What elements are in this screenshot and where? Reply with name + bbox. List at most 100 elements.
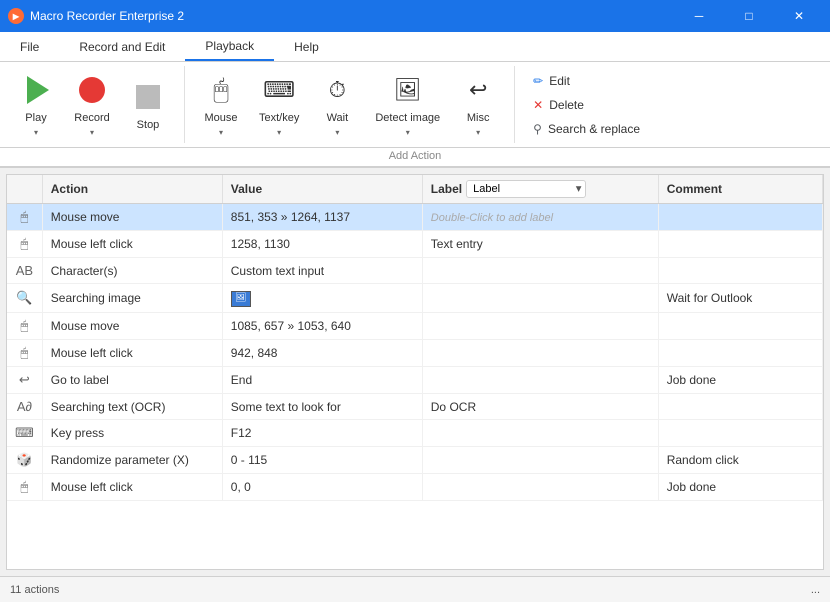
- edit-button[interactable]: ✏ Edit: [527, 72, 818, 90]
- table-row[interactable]: 🖱 Mouse move851, 353 » 1264, 1137Double-C…: [7, 204, 823, 231]
- add-action-label: Add Action: [0, 148, 830, 167]
- detect-image-icon: 🖼: [390, 72, 426, 108]
- textkey-button[interactable]: ⌨ Text/key ▾: [249, 66, 309, 143]
- wait-button[interactable]: ⏱ Wait ▾: [309, 66, 365, 143]
- play-label: Play: [25, 112, 46, 124]
- row-comment: Wait for Outlook: [658, 284, 822, 313]
- row-value-img: 🖼: [231, 291, 251, 307]
- table-row[interactable]: 🎲Randomize parameter (X)0 - 115Random cl…: [7, 447, 823, 474]
- table-row[interactable]: 🖱Mouse left click0, 0 Job done: [7, 474, 823, 501]
- misc-button[interactable]: ↩ Misc ▾: [450, 66, 506, 143]
- table-row[interactable]: 🖱Mouse move1085, 657 » 1053, 640: [7, 313, 823, 340]
- maximize-button[interactable]: □: [726, 0, 772, 32]
- row-value: 0 - 115: [222, 447, 422, 474]
- row-comment: [658, 258, 822, 284]
- play-button[interactable]: Play ▾: [8, 66, 64, 143]
- mouse-button[interactable]: 🖱 Mouse ▾: [193, 66, 249, 143]
- row-icon: AB: [16, 263, 33, 278]
- row-action: Key press: [42, 420, 222, 447]
- row-value: End: [222, 367, 422, 394]
- toolbar-right: ✏ Edit ✕ Delete ⚲ Search & replace: [515, 66, 830, 143]
- search-replace-button[interactable]: ⚲ Search & replace: [527, 120, 818, 138]
- row-icon: 🖱: [20, 209, 28, 224]
- menu-playback[interactable]: Playback: [185, 32, 274, 61]
- status-dots: ...: [811, 584, 820, 596]
- row-icon-cell: 🖱: [7, 474, 42, 501]
- row-comment: [658, 313, 822, 340]
- table-row[interactable]: A∂Searching text (OCR)Some text to look …: [7, 394, 823, 420]
- row-action: Mouse left click: [42, 231, 222, 258]
- row-comment: Job done: [658, 474, 822, 501]
- table-row[interactable]: ABCharacter(s)Custom text input: [7, 258, 823, 284]
- row-value: 851, 353 » 1264, 1137: [222, 204, 422, 231]
- textkey-icon: ⌨: [261, 72, 297, 108]
- row-icon-cell: 🖱: [7, 313, 42, 340]
- record-button[interactable]: Record ▾: [64, 66, 120, 143]
- stop-button[interactable]: Stop: [120, 73, 176, 137]
- wait-label: Wait: [327, 112, 349, 124]
- status-bar: 11 actions ...: [0, 576, 830, 602]
- row-comment: [658, 231, 822, 258]
- detect-image-button[interactable]: 🖼 Detect image ▾: [365, 66, 450, 143]
- mouse-label: Mouse: [204, 112, 237, 124]
- row-label: Text entry: [422, 231, 658, 258]
- col-action: Action: [42, 175, 222, 204]
- row-icon-cell: 🖱: [7, 204, 42, 231]
- row-comment: Job done: [658, 367, 822, 394]
- menu-file[interactable]: File: [0, 32, 59, 61]
- table-row[interactable]: 🖱Mouse left click1258, 1130Text entry: [7, 231, 823, 258]
- row-value: 🖼: [222, 284, 422, 313]
- row-label: Do OCR: [422, 394, 658, 420]
- row-label: [422, 340, 658, 367]
- col-value: Value: [222, 175, 422, 204]
- wait-icon: ⏱: [319, 72, 355, 108]
- row-label: Double-Click to add label: [422, 204, 658, 231]
- delete-label: Delete: [549, 98, 584, 112]
- row-icon-cell: 🎲: [7, 447, 42, 474]
- col-comment: Comment: [658, 175, 822, 204]
- textkey-label: Text/key: [259, 112, 299, 124]
- app-icon: ▶: [8, 8, 24, 24]
- row-icon-cell: ⌨: [7, 420, 42, 447]
- row-icon-cell: 🖱: [7, 231, 42, 258]
- row-icon-cell: 🖱: [7, 340, 42, 367]
- col-label[interactable]: Label Label Text entry Do OCR Job done E…: [422, 175, 658, 204]
- actions-table-container[interactable]: Action Value Label Label Text entry Do O…: [6, 174, 824, 570]
- row-value: 1085, 657 » 1053, 640: [222, 313, 422, 340]
- row-action: Mouse move: [42, 204, 222, 231]
- label-dropdown[interactable]: Label Text entry Do OCR Job done End: [466, 180, 586, 198]
- row-value: 0, 0: [222, 474, 422, 501]
- menu-record-edit[interactable]: Record and Edit: [59, 32, 185, 61]
- mouse-icon: 🖱: [203, 72, 239, 108]
- edit-icon: ✏: [533, 74, 543, 88]
- close-button[interactable]: ✕: [776, 0, 822, 32]
- table-header-row: Action Value Label Label Text entry Do O…: [7, 175, 823, 204]
- row-value: Custom text input: [222, 258, 422, 284]
- row-value: Some text to look for: [222, 394, 422, 420]
- table-row[interactable]: ↩Go to labelEndJob done: [7, 367, 823, 394]
- row-icon: 🖱: [20, 345, 28, 360]
- minimize-button[interactable]: ─: [676, 0, 722, 32]
- table-body: 🖱Mouse move851, 353 » 1264, 1137Double-C…: [7, 204, 823, 501]
- row-action: Mouse left click: [42, 474, 222, 501]
- menu-help[interactable]: Help: [274, 32, 339, 61]
- row-comment: [658, 204, 822, 231]
- misc-icon: ↩: [460, 72, 496, 108]
- row-label: [422, 367, 658, 394]
- table-row[interactable]: 🔍Searching image🖼Wait for Outlook: [7, 284, 823, 313]
- row-label: [422, 420, 658, 447]
- stop-label: Stop: [137, 119, 160, 131]
- search-replace-icon: ⚲: [533, 122, 542, 136]
- row-action: Go to label: [42, 367, 222, 394]
- table-row[interactable]: 🖱Mouse left click942, 848: [7, 340, 823, 367]
- delete-icon: ✕: [533, 98, 543, 112]
- row-action: Mouse left click: [42, 340, 222, 367]
- toolbar: Play ▾ Record ▾ Stop 🖱 Mouse ▾ ⌨ Text/ke…: [0, 62, 830, 148]
- row-value: 1258, 1130: [222, 231, 422, 258]
- table-row[interactable]: ⌨Key pressF12: [7, 420, 823, 447]
- row-comment: [658, 340, 822, 367]
- toolbar-main-actions: Play ▾ Record ▾ Stop: [0, 66, 185, 143]
- edit-label: Edit: [549, 74, 570, 88]
- delete-button[interactable]: ✕ Delete: [527, 96, 818, 114]
- row-label: [422, 474, 658, 501]
